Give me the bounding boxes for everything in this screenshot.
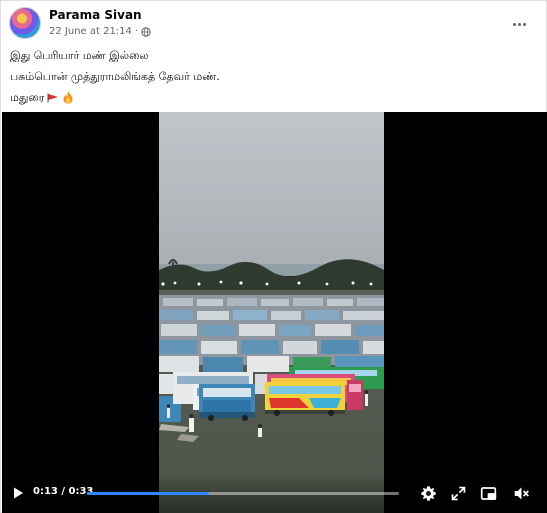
globe-icon — [141, 26, 151, 37]
video-frame-bus-yard — [159, 112, 384, 513]
more-options-icon[interactable] — [510, 15, 528, 33]
caption-line-3: மதுரை — [10, 87, 536, 108]
caption-line-1: இது பெரியார் மண் இல்லை — [10, 49, 149, 62]
flag-icon — [47, 93, 59, 102]
post-meta: 22 June at 21:14 · — [49, 26, 151, 37]
caption-line-2: பசும்பொன் முத்துராமலிங்கத் தேவர் மண். — [10, 70, 220, 83]
play-icon[interactable] — [11, 486, 25, 500]
fullscreen-icon[interactable] — [450, 485, 467, 502]
facebook-post: Parama Sivan 22 June at 21:14 · இது பெரி… — [0, 0, 547, 513]
video-progress-fill — [87, 492, 209, 495]
caption-line-3-text: மதுரை — [10, 91, 45, 104]
video-progress-bar[interactable] — [87, 492, 399, 495]
meta-separator: · — [134, 26, 139, 37]
settings-gear-icon[interactable] — [420, 485, 437, 502]
post-header: Parama Sivan 22 June at 21:14 · — [9, 7, 538, 43]
picture-in-picture-icon[interactable] — [480, 485, 497, 502]
video-time: 0:13 / 0:33 — [33, 486, 94, 497]
mute-icon[interactable] — [513, 485, 530, 502]
author-avatar[interactable] — [9, 7, 41, 39]
author-name[interactable]: Parama Sivan — [49, 8, 142, 22]
video-player[interactable]: 0:13 / 0:33 — [2, 112, 547, 513]
fire-icon — [63, 91, 73, 104]
video-controls: 0:13 / 0:33 — [2, 473, 547, 513]
post-caption: இது பெரியார் மண் இல்லை பசும்பொன் முத்துர… — [10, 45, 536, 108]
post-timestamp[interactable]: 22 June at 21:14 — [49, 26, 132, 37]
